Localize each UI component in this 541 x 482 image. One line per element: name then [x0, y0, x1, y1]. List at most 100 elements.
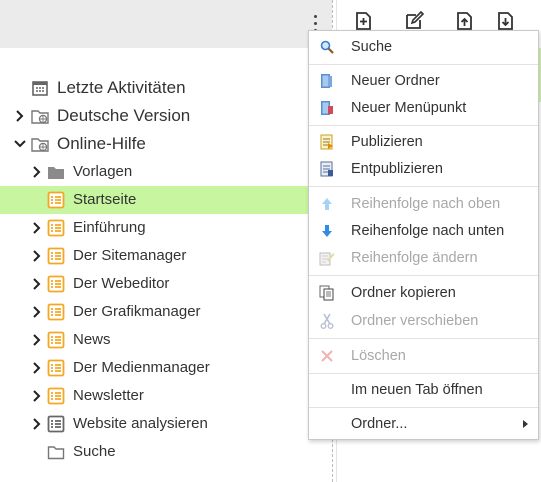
- calendar-icon: [31, 79, 49, 97]
- menu-item-entpublizieren[interactable]: Entpublizieren: [309, 155, 538, 183]
- chevron-right-icon[interactable]: [31, 166, 43, 178]
- chevron-right-icon[interactable]: [31, 222, 43, 234]
- tree-node-der-webeditor[interactable]: Der Webeditor: [0, 270, 332, 298]
- tree-node-der-sitemanager[interactable]: Der Sitemanager: [0, 242, 332, 270]
- magnifier-icon: [319, 39, 335, 55]
- menu-item-publizieren[interactable]: Publizieren: [309, 128, 538, 156]
- page-list-icon: [47, 387, 65, 405]
- unpublish-icon: [319, 161, 335, 177]
- tree-node-label: Online-Hilfe: [57, 134, 146, 153]
- copy-icon: [319, 285, 335, 301]
- publish-icon: [319, 134, 335, 150]
- tree-node-der-grafikmanager[interactable]: Der Grafikmanager: [0, 298, 332, 326]
- submenu-arrow-icon: [523, 420, 528, 428]
- tree-node-einfuehrung[interactable]: Einführung: [0, 214, 332, 242]
- page-list-icon: [47, 191, 65, 209]
- tree-node-label: Der Sitemanager: [73, 247, 187, 264]
- delete-icon: [319, 348, 335, 364]
- menu-item-label: Entpublizieren: [351, 161, 443, 177]
- download-icon[interactable]: [494, 10, 516, 32]
- chevron-down-icon[interactable]: [14, 138, 26, 150]
- tree-node-label: News: [73, 331, 111, 348]
- new-folder-icon: [319, 73, 335, 89]
- tree-node-vorlagen[interactable]: Vorlagen: [0, 158, 332, 186]
- folder-outline-icon: [47, 443, 65, 461]
- chevron-right-icon[interactable]: [31, 334, 43, 346]
- tree-node-label: Newsletter: [73, 387, 144, 404]
- tree-node-newsletter[interactable]: Newsletter: [0, 382, 332, 410]
- menu-item-reihenfolge-nach-oben[interactable]: Reihenfolge nach oben: [309, 190, 538, 218]
- menu-item-label: Suche: [351, 39, 393, 55]
- menu-item-im-neuen-tab-oeffnen[interactable]: Im neuen Tab öffnen: [309, 376, 538, 404]
- folder-icon: [47, 163, 65, 181]
- web-folder-icon: [31, 107, 49, 125]
- tree-node-website-analysieren[interactable]: Website analysieren: [0, 410, 332, 438]
- page-list-icon: [47, 303, 65, 321]
- menu-item-neuer-ordner[interactable]: Neuer Ordner: [309, 67, 538, 95]
- menu-separator: [309, 186, 538, 187]
- web-folder-icon: [31, 135, 49, 153]
- tree-node-suche[interactable]: Suche: [0, 438, 332, 466]
- edit-order-icon: [319, 250, 335, 266]
- menu-separator: [309, 275, 538, 276]
- menu-separator: [309, 338, 538, 339]
- page-list-icon: [47, 247, 65, 265]
- menu-item-label: Ordner...: [351, 416, 408, 432]
- tree-node-online-hilfe[interactable]: Online-Hilfe: [0, 130, 332, 158]
- chevron-right-icon[interactable]: [14, 110, 26, 122]
- menu-item-reihenfolge-nach-unten[interactable]: Reihenfolge nach unten: [309, 217, 538, 245]
- menu-item-ordner-verschieben[interactable]: Ordner verschieben: [309, 307, 538, 335]
- menu-item-suche[interactable]: Suche: [309, 33, 538, 61]
- tree-node-label: Startseite: [73, 191, 137, 208]
- tree-node-label: Vorlagen: [73, 163, 133, 180]
- menu-item-ordner-submenu[interactable]: Ordner...: [309, 410, 538, 438]
- menu-item-label: Im neuen Tab öffnen: [351, 382, 483, 398]
- page-list-icon: [47, 275, 65, 293]
- tree-node-label: Der Grafikmanager: [73, 303, 201, 320]
- menu-item-label: Neuer Ordner: [351, 73, 440, 89]
- menu-separator: [309, 125, 538, 126]
- menu-separator: [309, 373, 538, 374]
- tree-node-label: Einführung: [73, 219, 146, 236]
- arrow-up-icon: [319, 196, 335, 212]
- chevron-right-icon[interactable]: [31, 278, 43, 290]
- upload-icon[interactable]: [453, 10, 475, 32]
- menu-separator: [309, 407, 538, 408]
- new-menu-item-icon: [319, 100, 335, 116]
- tree-node-news[interactable]: News: [0, 326, 332, 354]
- menu-item-reihenfolge-aendern[interactable]: Reihenfolge ändern: [309, 244, 538, 272]
- page-list-icon: [47, 359, 65, 377]
- tree-node-label: Website analysieren: [73, 415, 208, 432]
- chevron-right-icon[interactable]: [31, 250, 43, 262]
- context-menu: Suche Neuer Ordner Neuer Menüpunkt Publi…: [308, 30, 539, 440]
- menu-item-label: Reihenfolge nach oben: [351, 196, 501, 212]
- tree-node-deutsche-version[interactable]: Deutsche Version: [0, 102, 332, 130]
- chevron-right-icon[interactable]: [31, 390, 43, 402]
- menu-item-label: Löschen: [351, 348, 406, 364]
- tree-node-label: Letzte Aktivitäten: [57, 78, 186, 97]
- menu-separator: [309, 64, 538, 65]
- chevron-right-icon[interactable]: [31, 362, 43, 374]
- add-page-icon[interactable]: [352, 10, 374, 32]
- tree-node-label: Deutsche Version: [57, 106, 191, 125]
- chevron-right-icon[interactable]: [31, 306, 43, 318]
- tree-header-bar: [0, 0, 332, 48]
- tree-node-label: Der Webeditor: [73, 275, 170, 292]
- menu-item-neuer-menuepunkt[interactable]: Neuer Menüpunkt: [309, 94, 538, 122]
- tree-node-label: Der Medienmanager: [73, 359, 210, 376]
- edit-icon[interactable]: [403, 10, 425, 32]
- tree-node-label: Suche: [73, 443, 116, 460]
- menu-item-loeschen[interactable]: Löschen: [309, 342, 538, 370]
- page-list-icon: [47, 331, 65, 349]
- chevron-right-icon[interactable]: [31, 418, 43, 430]
- menu-item-ordner-kopieren[interactable]: Ordner kopieren: [309, 279, 538, 307]
- menu-item-label: Ordner kopieren: [351, 285, 456, 301]
- cut-icon: [319, 313, 335, 329]
- tree-node-letzte-aktivitaeten[interactable]: Letzte Aktivitäten: [0, 74, 332, 102]
- arrow-down-icon: [319, 223, 335, 239]
- menu-item-label: Reihenfolge ändern: [351, 250, 478, 266]
- list-icon: [47, 415, 65, 433]
- page-list-icon: [47, 219, 65, 237]
- tree-node-startseite[interactable]: Startseite: [0, 186, 332, 214]
- tree-node-der-medienmanager[interactable]: Der Medienmanager: [0, 354, 332, 382]
